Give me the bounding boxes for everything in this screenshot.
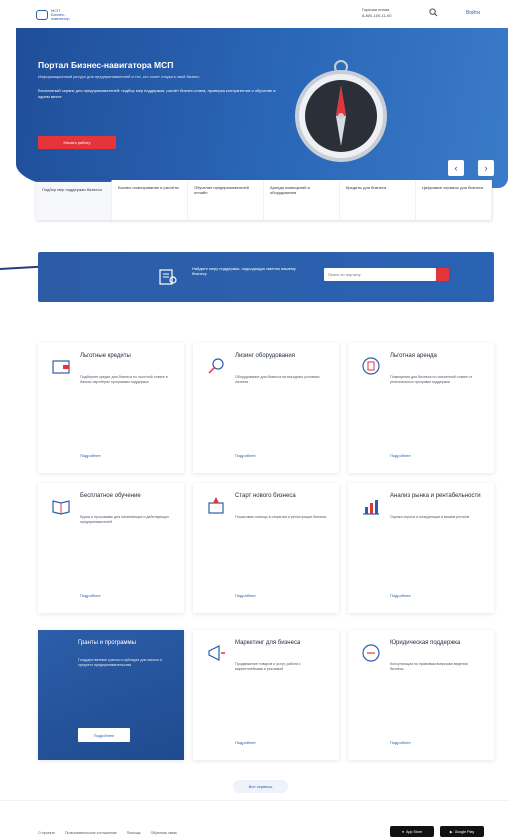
hero-subtitle: Информационный ресурс для предпринимател… — [38, 74, 200, 79]
service-card[interactable]: Анализ рынка и рентабельности Оценка спр… — [348, 483, 494, 613]
card-more-link[interactable]: Подробнее — [390, 740, 411, 745]
footer-link[interactable]: О проекте — [38, 831, 55, 835]
card-more-link[interactable]: Подробнее — [235, 593, 256, 598]
card-title: Льготная аренда — [390, 353, 437, 359]
card-text: Оборудование для бизнеса на выгодных усл… — [235, 375, 320, 384]
login-link[interactable]: Войти — [466, 10, 480, 16]
service-card[interactable]: Льготная аренда Помещения для бизнеса по… — [348, 343, 494, 473]
equipment-icon — [208, 358, 224, 374]
chart-icon — [363, 500, 379, 515]
footer-links: О проекте Пользовательское соглашение По… — [38, 831, 177, 835]
slider-next-button[interactable]: › — [478, 160, 494, 176]
search-icon[interactable] — [429, 8, 438, 17]
footer-link[interactable]: Обратная связь — [151, 831, 177, 835]
card-title: Гранты и программы — [78, 640, 136, 646]
hero-description: Бесплатный сервис для предпринимателей: … — [38, 88, 276, 99]
search-banner: Найдите меру поддержки, подходящую именн… — [38, 252, 494, 302]
google-play-badge[interactable]: ▶ Google Play — [440, 826, 484, 837]
service-card[interactable]: Юридическая поддержка Консультации по пр… — [348, 630, 494, 760]
hero-banner: Портал Бизнес-навигатора МСП Информацион… — [16, 28, 508, 188]
footer-link[interactable]: Помощь — [127, 831, 141, 835]
tab-item[interactable]: Аренда помещений и оборудования — [264, 180, 340, 220]
tab-item[interactable]: Обучение предпринимателей онлайн — [188, 180, 264, 220]
site-header: МСП Бизнес-навигатор Горячая линия 8-800… — [0, 0, 509, 28]
service-tabs: Подбор мер поддержки бизнеса Бизнес-план… — [36, 180, 492, 220]
card-text: Оценка спроса и конкуренции в вашем реги… — [390, 515, 470, 519]
tab-item[interactable]: Бизнес-планирование и расчёты — [112, 180, 188, 220]
card-title: Бесплатное обучение — [80, 493, 141, 499]
service-card[interactable]: Маркетинг для бизнеса Продвижение товаро… — [193, 630, 339, 760]
card-more-link[interactable]: Подробнее — [390, 593, 411, 598]
slider-prev-button[interactable]: ‹ — [448, 160, 464, 176]
chevron-right-icon: › — [484, 163, 488, 173]
wallet-icon — [52, 360, 70, 374]
card-more-button[interactable]: Подробнее — [78, 728, 130, 742]
card-title: Анализ рынка и рентабельности — [390, 493, 481, 499]
hotline[interactable]: Горячая линия 8-800-100-11-00 — [362, 7, 392, 19]
chevron-left-icon: ‹ — [454, 163, 458, 173]
app-store-badge[interactable]: ● App Store — [390, 826, 434, 837]
tab-item[interactable]: Цифровые сервисы для бизнеса — [416, 180, 492, 220]
service-card[interactable]: Льготные кредиты Подберите кредит для би… — [38, 343, 184, 473]
play-icon: ▶ — [449, 829, 453, 834]
card-title: Лизинг оборудования — [235, 353, 295, 359]
service-card[interactable]: Лизинг оборудования Оборудование для биз… — [193, 343, 339, 473]
card-more-link[interactable]: Подробнее — [80, 453, 101, 458]
building-icon — [362, 357, 380, 375]
tab-item[interactable]: Подбор мер поддержки бизнеса — [36, 180, 112, 220]
book-icon — [52, 500, 70, 515]
scales-icon — [362, 644, 380, 662]
card-title: Юридическая поддержка — [390, 640, 461, 646]
hero-title: Портал Бизнес-навигатора МСП — [38, 60, 174, 70]
card-more-link[interactable]: Подробнее — [80, 593, 101, 598]
service-card[interactable]: Бесплатное обучение Курсы и программы дл… — [38, 483, 184, 613]
card-text: Государственные гранты и субсидии для ма… — [78, 658, 163, 667]
search-submit-button[interactable] — [436, 268, 449, 281]
card-more-link[interactable]: Подробнее — [235, 740, 256, 745]
site-logo[interactable]: МСП Бизнес-навигатор — [36, 8, 76, 22]
footer-link[interactable]: Пользовательское соглашение — [65, 831, 117, 835]
app-store-label: App Store — [406, 829, 423, 834]
startup-icon — [208, 497, 224, 514]
card-title: Льготные кредиты — [80, 353, 131, 359]
featured-card[interactable]: Гранты и программы Государственные грант… — [38, 630, 184, 760]
card-text: Продвижение товаров и услуг, работа с ма… — [235, 662, 301, 671]
tab-item[interactable]: Кредиты для бизнеса — [340, 180, 416, 220]
hotline-phone: 8-800-100-11-00 — [362, 13, 392, 18]
google-play-label: Google Play — [454, 829, 475, 834]
card-title: Маркетинг для бизнеса — [235, 640, 301, 646]
document-search-icon — [159, 269, 177, 285]
apple-icon: ● — [401, 829, 405, 834]
card-more-link[interactable]: Подробнее — [390, 453, 411, 458]
all-services-button[interactable]: Все сервисы — [233, 780, 288, 793]
megaphone-icon — [208, 645, 225, 661]
search-banner-text: Найдите меру поддержки, подходящую именн… — [192, 266, 296, 276]
logo-text: МСП Бизнес-навигатор — [51, 8, 70, 21]
service-card[interactable]: Старт нового бизнеса Пошаговая помощь в … — [193, 483, 339, 613]
card-text: Курсы и программы для начинающих и дейст… — [80, 515, 170, 524]
card-text: Консультации по правовым вопросам ведени… — [390, 662, 468, 671]
hero-start-button[interactable]: Начать работу — [38, 136, 116, 149]
card-title: Старт нового бизнеса — [235, 493, 296, 499]
card-text: Помещения для бизнеса по сниженной ставк… — [390, 375, 473, 384]
logo-mark-icon — [36, 10, 48, 20]
card-more-link[interactable]: Подробнее — [235, 453, 256, 458]
search-input[interactable] — [324, 268, 436, 281]
compass-illustration — [295, 60, 387, 162]
card-text: Пошаговая помощь в открытии и регистраци… — [235, 515, 327, 519]
card-text: Подберите кредит для бизнеса по льготной… — [80, 375, 168, 384]
